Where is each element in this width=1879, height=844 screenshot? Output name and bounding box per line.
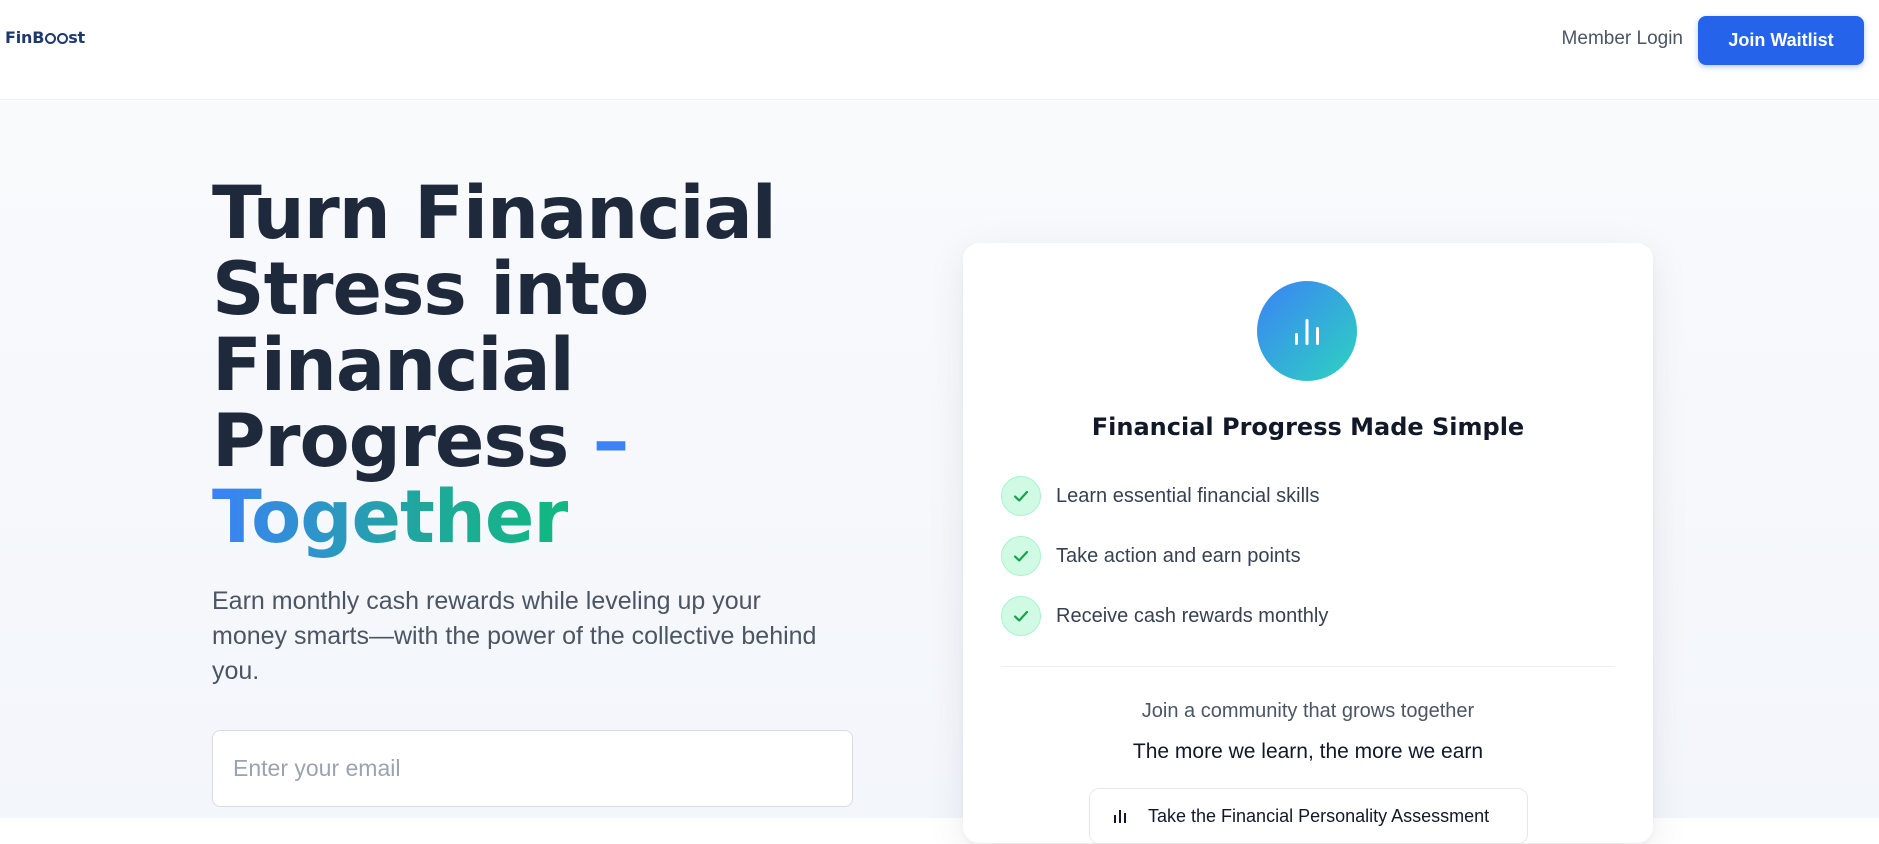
assessment-button[interactable]: Take the Financial Personality Assessmen… bbox=[1089, 788, 1528, 844]
feature-label: Take action and earn points bbox=[1056, 544, 1301, 567]
feature-item: Receive cash rewards monthly bbox=[1001, 596, 1328, 636]
motto-text: The more we learn, the more we earn bbox=[1132, 740, 1484, 763]
hero-headline: Turn Financial Stress into Financial Pro… bbox=[212, 176, 832, 556]
logo-o-icon bbox=[44, 33, 56, 44]
email-input[interactable] bbox=[212, 730, 853, 807]
join-waitlist-button[interactable]: Join Waitlist bbox=[1698, 16, 1864, 65]
community-text: Join a community that grows together bbox=[1141, 700, 1475, 722]
assessment-button-label: Take the Financial Personality Assessmen… bbox=[1148, 805, 1490, 826]
site-header: FinB st Member Login Join Waitlist bbox=[0, 0, 1879, 100]
check-icon bbox=[1001, 476, 1041, 516]
feature-label: Learn essential financial skills bbox=[1056, 484, 1320, 507]
card-title: Financial Progress Made Simple bbox=[1091, 413, 1525, 441]
logo-text-suffix: st bbox=[68, 28, 85, 47]
headline-accent: Together bbox=[212, 475, 569, 560]
finboost-logo[interactable]: FinB st bbox=[5, 28, 85, 47]
logo-o-icon bbox=[56, 33, 68, 44]
feature-label: Receive cash rewards monthly bbox=[1056, 604, 1329, 627]
bar-chart-icon bbox=[1257, 281, 1357, 381]
check-icon bbox=[1001, 596, 1041, 636]
feature-card: Financial Progress Made Simple Learn ess… bbox=[963, 243, 1653, 844]
feature-item: Take action and earn points bbox=[1001, 536, 1301, 576]
check-icon bbox=[1001, 536, 1041, 576]
member-login-link[interactable]: Member Login bbox=[1562, 28, 1683, 50]
feature-item: Learn essential financial skills bbox=[1001, 476, 1319, 516]
logo-text-prefix: FinB bbox=[5, 28, 45, 47]
headline-dash: – bbox=[592, 399, 629, 484]
headline-main: Turn Financial Stress into Financial Pro… bbox=[212, 171, 777, 484]
bar-chart-icon bbox=[1112, 807, 1128, 826]
card-divider bbox=[1001, 666, 1615, 667]
hero-subtext: Earn monthly cash rewards while leveling… bbox=[212, 587, 817, 685]
